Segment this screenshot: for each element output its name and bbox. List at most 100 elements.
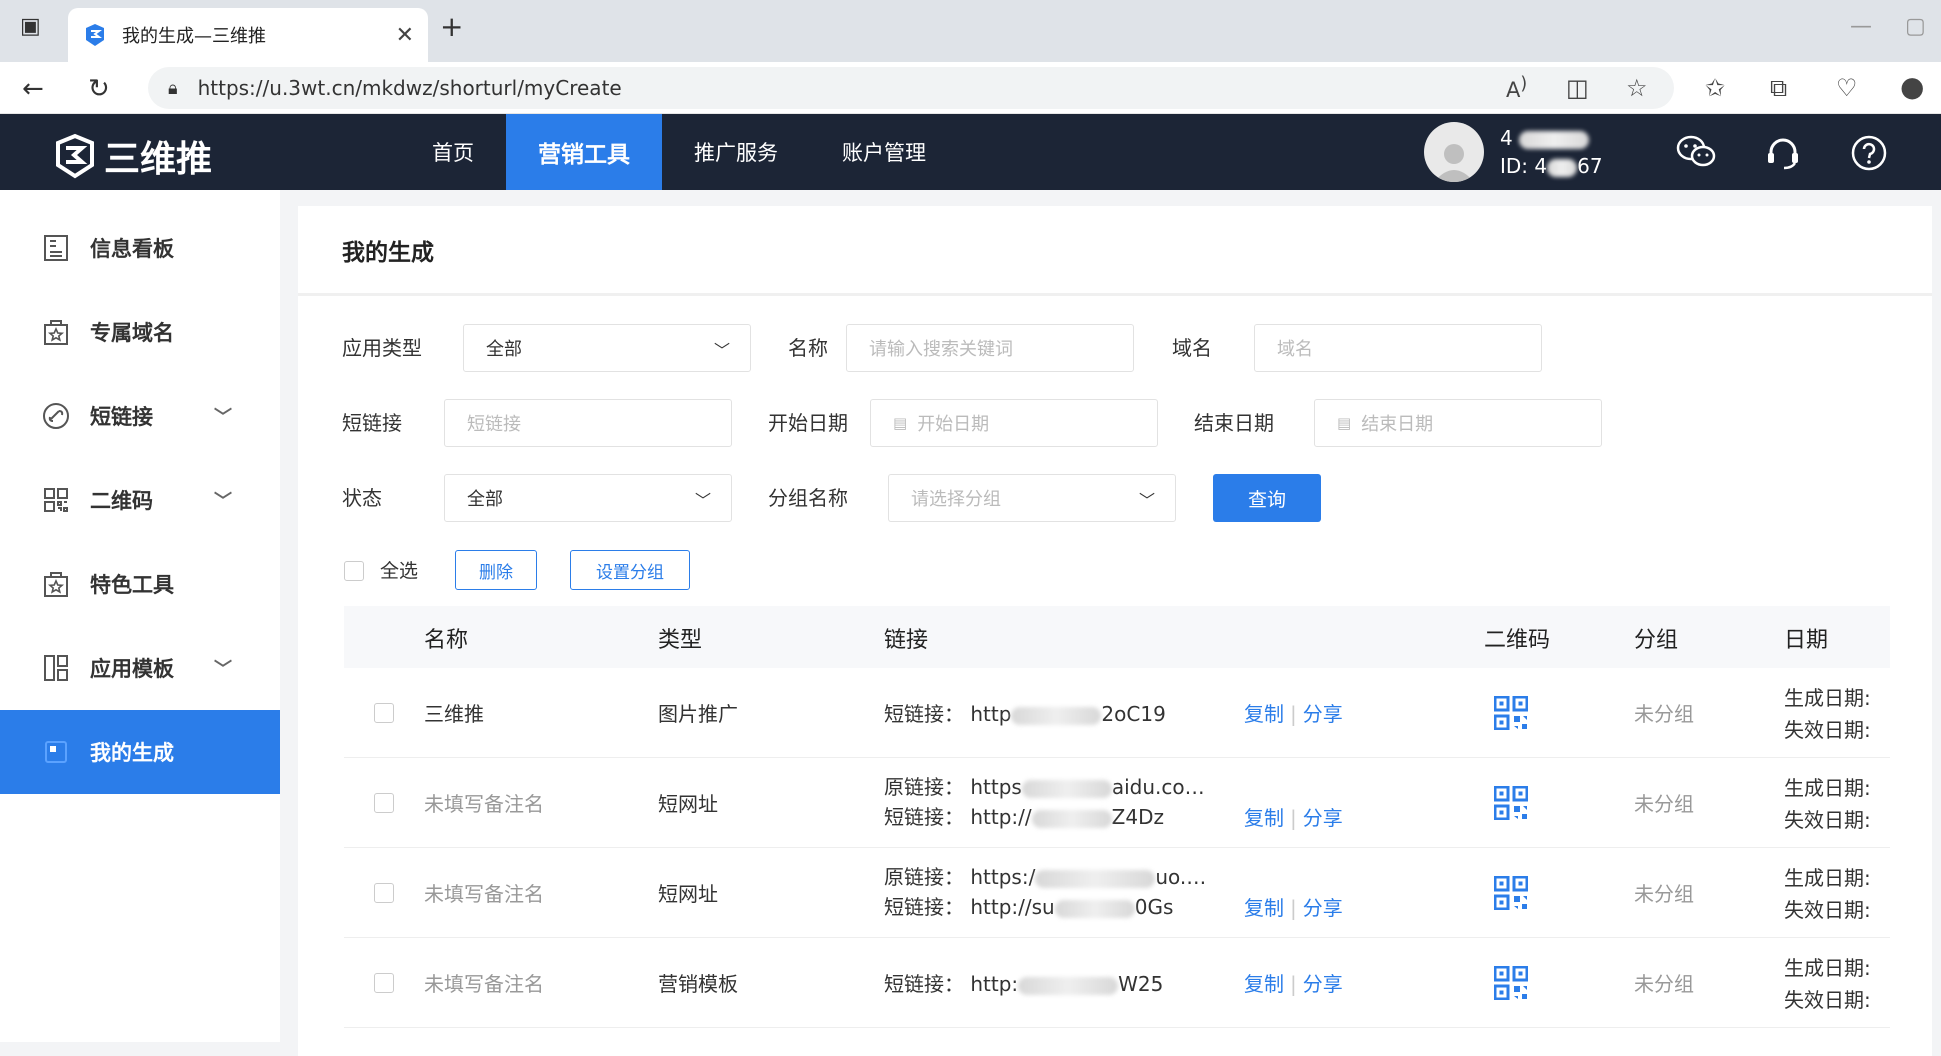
nav-marketing-tools[interactable]: 营销工具	[506, 114, 662, 190]
group-select[interactable]: 请选择分组 ﹀	[888, 474, 1176, 522]
col-date: 日期	[1784, 628, 1829, 653]
split-screen-icon[interactable]: ◫	[1566, 74, 1589, 102]
tab-actions-icon[interactable]: ▣	[20, 14, 41, 39]
row-checkbox[interactable]	[374, 973, 394, 993]
short-link-input[interactable]: 短链接	[444, 399, 732, 447]
nav-home[interactable]: 首页	[400, 114, 506, 190]
collections-icon[interactable]: ⧉	[1770, 74, 1787, 102]
main-panel: 我的生成 应用类型 全部 ﹀ 名称 请输入搜索关键词 域名 域名 短链接 短链接…	[298, 206, 1932, 1056]
app-type-select[interactable]: 全部 ﹀	[463, 324, 751, 372]
profile-icon[interactable]: ●	[1900, 70, 1924, 103]
sidebar-item-dashboard[interactable]: 信息看板	[0, 206, 280, 290]
qrcode-icon[interactable]	[1494, 786, 1528, 820]
row-short-link[interactable]: 短链接： http: W25	[884, 968, 1163, 997]
url-text: https://u.3wt.cn/mkdwz/shorturl/myCreate	[197, 76, 622, 100]
row-type: 图片推广	[658, 702, 738, 726]
sidebar-item-short-link[interactable]: 短链接 ﹀	[0, 374, 280, 458]
table-row: 未填写备注名 短网址 原链接： https aidu.co… 短链接： http:…	[344, 758, 1890, 848]
favorites-icon[interactable]: ✩	[1705, 74, 1725, 102]
maximize-icon[interactable]: ▢	[1905, 14, 1926, 39]
user-name: 4	[1500, 126, 1513, 150]
refresh-icon[interactable]: ↻	[88, 74, 110, 104]
browser-tab[interactable]: 我的生成—三维推 ✕	[68, 8, 428, 62]
performance-icon[interactable]: ♡	[1836, 74, 1858, 102]
customer-service-icon[interactable]	[1764, 134, 1802, 181]
row-group: 未分组	[1634, 702, 1694, 726]
sidebar-item-domain[interactable]: 专属域名	[0, 290, 280, 374]
link-icon	[42, 402, 70, 430]
short-link-suffix: 0Gs	[1134, 895, 1174, 919]
minimize-icon[interactable]: —	[1850, 14, 1872, 39]
short-link-label: 短链接	[342, 411, 402, 435]
row-dates: 生成日期: 失效日期:	[1784, 862, 1871, 926]
row-checkbox[interactable]	[374, 703, 394, 723]
name-label: 名称	[788, 336, 828, 360]
row-checkbox[interactable]	[374, 883, 394, 903]
name-placeholder: 请输入搜索关键词	[869, 339, 1013, 360]
row-checkbox[interactable]	[374, 793, 394, 813]
expire-date-label: 失效日期:	[1784, 808, 1871, 832]
qrcode-icon[interactable]	[1494, 966, 1528, 1000]
sidebar-item-label: 短链接	[90, 405, 153, 429]
nav-promotion[interactable]: 推广服务	[662, 114, 810, 190]
row-links[interactable]: 原链接： https aidu.co… 短链接： http:// Z4Dz	[884, 772, 1205, 832]
delete-button[interactable]: 删除	[455, 550, 537, 590]
table-row: 未填写备注名 短网址 原链接： https:/ uo.… 短链接： http://…	[344, 848, 1890, 938]
set-group-button[interactable]: 设置分组	[570, 550, 690, 590]
site-logo[interactable]: 三维推	[52, 130, 212, 182]
chevron-down-icon: ﹀	[713, 341, 730, 360]
new-tab-icon[interactable]: +	[440, 10, 463, 43]
close-tab-icon[interactable]: ✕	[396, 23, 414, 48]
query-button[interactable]: 查询	[1213, 474, 1321, 522]
chevron-down-icon: ﹀	[214, 491, 232, 512]
wechat-icon[interactable]	[1676, 134, 1716, 179]
browser-tab-bar: ▣ 我的生成—三维推 ✕ + — ▢	[0, 0, 1941, 62]
row-actions: 复制 | 分享	[1244, 702, 1343, 726]
copy-link[interactable]: 复制	[1244, 806, 1284, 830]
copy-link[interactable]: 复制	[1244, 896, 1284, 920]
orig-link-suffix: uo.…	[1155, 865, 1207, 889]
orig-link-prefix: https	[970, 775, 1022, 799]
start-date-input[interactable]: ▤ 开始日期	[870, 399, 1158, 447]
share-link[interactable]: 分享	[1303, 702, 1343, 726]
end-date-input[interactable]: ▤ 结束日期	[1314, 399, 1602, 447]
short-link-label: 短链接：	[884, 805, 964, 829]
col-link: 链接	[884, 628, 929, 653]
short-link-label: 短链接：	[884, 702, 964, 726]
user-avatar-icon	[1434, 144, 1474, 182]
name-search-input[interactable]: 请输入搜索关键词	[846, 324, 1134, 372]
expire-date-label: 失效日期:	[1784, 988, 1871, 1012]
share-link[interactable]: 分享	[1303, 896, 1343, 920]
row-actions: 复制 | 分享	[1244, 806, 1343, 830]
sidebar-item-special-tools[interactable]: 特色工具	[0, 542, 280, 626]
copy-link[interactable]: 复制	[1244, 972, 1284, 996]
sidebar-item-qrcode[interactable]: 二维码 ﹀	[0, 458, 280, 542]
help-icon[interactable]	[1850, 134, 1888, 181]
sidebar-item-my-create[interactable]: 我的生成	[0, 710, 280, 794]
share-link[interactable]: 分享	[1303, 806, 1343, 830]
qrcode-icon[interactable]	[1494, 696, 1528, 730]
sidebar-item-templates[interactable]: 应用模板 ﹀	[0, 626, 280, 710]
share-link[interactable]: 分享	[1303, 972, 1343, 996]
user-id-prefix: ID: 4	[1500, 154, 1548, 178]
domain-placeholder: 域名	[1277, 339, 1313, 360]
copy-link[interactable]: 复制	[1244, 702, 1284, 726]
created-date-label: 生成日期:	[1784, 686, 1871, 710]
favorite-star-icon[interactable]: ☆	[1626, 74, 1648, 102]
nav-account[interactable]: 账户管理	[810, 114, 958, 190]
status-select[interactable]: 全部 ﹀	[444, 474, 732, 522]
read-aloud-icon[interactable]: A)	[1506, 74, 1527, 102]
user-info[interactable]: 4 ID: 4 67	[1424, 122, 1603, 182]
created-date-label: 生成日期:	[1784, 776, 1871, 800]
back-icon[interactable]: ←	[22, 74, 44, 104]
row-group: 未分组	[1634, 882, 1694, 906]
url-field[interactable]: 🔒︎ https://u.3wt.cn/mkdwz/shorturl/myCre…	[148, 67, 1674, 109]
row-links[interactable]: 原链接： https:/ uo.… 短链接： http://su 0Gs	[884, 862, 1206, 922]
created-date-label: 生成日期:	[1784, 866, 1871, 890]
template-icon	[42, 654, 70, 682]
row-short-link[interactable]: 短链接： http 2oC19	[884, 698, 1166, 727]
qrcode-icon[interactable]	[1494, 876, 1528, 910]
select-all-checkbox[interactable]	[344, 561, 364, 581]
status-label: 状态	[342, 486, 382, 510]
domain-input[interactable]: 域名	[1254, 324, 1542, 372]
